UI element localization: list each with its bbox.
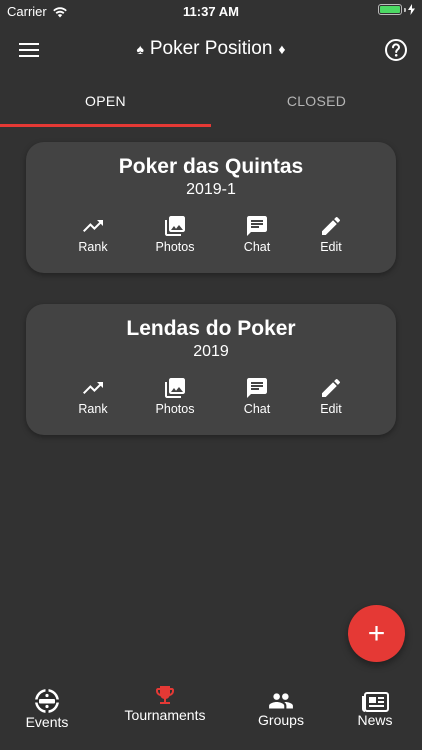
photos-button[interactable]: Photos [140,214,210,254]
app-bar: ♠ Poker Position ♦ [0,28,422,72]
tab-open[interactable]: OPEN [0,84,211,128]
group-card[interactable]: Poker das Quintas 2019-1 Rank Photos Cha… [26,142,396,273]
photo-library-icon [165,216,185,236]
app-title-group: ♠ Poker Position ♦ [0,38,422,60]
chat-label: Chat [243,240,271,254]
app-title: Poker Position [149,38,273,59]
nav-groups[interactable]: Groups [252,692,310,728]
diamond-icon: ♦ [278,41,286,57]
photo-library-icon [165,378,185,398]
nav-groups-label: Groups [258,712,304,728]
tab-indicator [0,124,211,127]
edit-label: Edit [320,240,342,254]
rank-button[interactable]: Rank [58,214,128,254]
chat-button[interactable]: Chat [222,376,292,416]
nav-tournaments-label: Tournaments [124,707,206,723]
spade-icon: ♠ [136,41,144,57]
edit-button[interactable]: Edit [296,214,366,254]
group-name: Lendas do Poker [126,317,296,340]
group-actions: Rank Photos Chat Edit [26,376,396,420]
chat-icon [247,216,267,236]
tab-closed[interactable]: CLOSED [211,84,422,128]
edit-label: Edit [320,402,342,416]
people-icon [269,693,293,709]
rank-label: Rank [78,402,108,416]
trending-up-icon [83,220,103,232]
photos-label: Photos [155,402,195,416]
status-bar: Carrier 11:37 AM [0,0,422,22]
pencil-icon [322,216,341,235]
chat-button[interactable]: Chat [222,214,292,254]
rank-label: Rank [78,240,108,254]
tab-bar: OPEN CLOSED [0,84,422,128]
rank-button[interactable]: Rank [58,376,128,416]
chat-icon [247,378,267,398]
battery-indicator [378,4,415,15]
pencil-icon [322,378,341,397]
edit-button[interactable]: Edit [296,376,366,416]
add-group-button[interactable]: + [348,605,405,662]
nav-events[interactable]: Events [18,688,76,730]
nav-news-label: News [357,712,393,728]
screen: Carrier 11:37 AM ♠ Poker Position ♦ OPEN… [0,0,422,750]
group-card[interactable]: Lendas do Poker 2019 Rank Photos Chat Ed… [26,304,396,435]
photos-label: Photos [155,240,195,254]
poker-chip-icon [35,689,59,713]
trending-up-icon [83,382,103,394]
group-season: 2019-1 [186,181,236,198]
plus-icon: + [367,616,386,650]
charging-bolt-icon [408,4,415,15]
group-season: 2019 [193,343,229,360]
help-icon[interactable] [384,38,408,62]
trophy-icon [156,686,174,704]
photos-button[interactable]: Photos [140,376,210,416]
chat-label: Chat [243,402,271,416]
bottom-navigation: Events Tournaments Groups News [0,680,422,750]
group-name: Poker das Quintas [118,155,304,178]
group-actions: Rank Photos Chat Edit [26,214,396,258]
battery-icon [378,4,402,15]
newspaper-icon [362,692,389,712]
status-time: 11:37 AM [183,4,239,19]
nav-events-label: Events [25,714,69,730]
nav-news[interactable]: News [350,692,400,728]
nav-tournaments[interactable]: Tournaments [116,683,214,723]
